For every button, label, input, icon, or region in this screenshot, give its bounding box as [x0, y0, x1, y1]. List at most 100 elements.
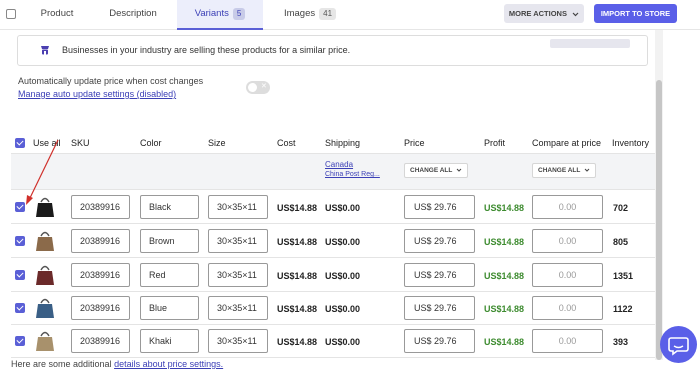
price-notice-banner: Businesses in your industry are selling … — [17, 35, 648, 66]
notice-action-button[interactable] — [550, 39, 630, 48]
color-input[interactable]: Brown — [140, 229, 199, 253]
sku-input[interactable]: 20389916 — [71, 229, 130, 253]
shipping-method: China Post Reg... — [325, 171, 380, 178]
bulk-edit-row: Canada China Post Reg... CHANGE ALL CHAN… — [11, 154, 655, 190]
tab-count-badge: 5 — [232, 8, 246, 20]
variant-row: 20389916 Black 30×35×11 US$14.88 US$0.00 US$ … — [11, 190, 655, 224]
tab-description[interactable]: Description — [97, 0, 169, 30]
profit-value: US$14.88 — [484, 337, 525, 347]
tab-label: Variants — [194, 8, 229, 19]
variant-thumbnail[interactable] — [34, 296, 56, 320]
compare-at-price-input[interactable]: 0.00 — [532, 263, 603, 287]
sku-input[interactable]: 20389916 — [71, 296, 130, 320]
variant-row: 20389916 Brown 30×35×11 US$14.88 US$0.00 US$ … — [11, 224, 655, 258]
inventory-value: 393 — [613, 337, 629, 347]
cost-value: US$14.88 — [277, 337, 318, 347]
price-settings-link[interactable]: details about price settings. — [114, 359, 223, 369]
header-price: Price — [404, 138, 425, 148]
sku-input[interactable]: 20389916 — [71, 329, 130, 353]
variant-checkbox[interactable] — [15, 303, 25, 313]
select-product-checkbox[interactable] — [6, 9, 16, 19]
shipping-value: US$0.00 — [325, 237, 361, 247]
auto-update-toggle[interactable]: ✕ — [246, 81, 270, 94]
shipping-value: US$0.00 — [325, 203, 361, 213]
variant-thumbnail[interactable] — [34, 263, 56, 287]
header-inventory: Inventory — [612, 138, 650, 148]
profit-value: US$14.88 — [484, 203, 525, 213]
tab-label: Description — [109, 8, 157, 19]
cost-value: US$14.88 — [277, 237, 318, 247]
variant-thumbnail[interactable] — [34, 229, 56, 253]
tab-images[interactable]: Images 41 — [272, 0, 348, 30]
compare-at-price-input[interactable]: 0.00 — [532, 296, 603, 320]
profit-value: US$14.88 — [484, 271, 525, 281]
size-input[interactable]: 30×35×11 — [208, 195, 268, 219]
more-actions-label: MORE ACTIONS — [508, 9, 567, 18]
header-size: Size — [208, 138, 226, 148]
header-shipping: Shipping — [325, 138, 361, 148]
footer-prefix: Here are some additional — [11, 359, 115, 369]
size-input[interactable]: 30×35×11 — [208, 263, 268, 287]
sku-input[interactable]: 20389916 — [71, 263, 130, 287]
price-change-all-button[interactable]: CHANGE ALL — [404, 163, 469, 178]
chevron-down-icon — [584, 168, 590, 172]
inventory-value: 1351 — [613, 271, 634, 281]
toggle-off-icon: ✕ — [261, 83, 267, 90]
price-input[interactable]: US$ 29.76 — [404, 263, 475, 287]
price-input[interactable]: US$ 29.76 — [404, 229, 475, 253]
toggle-knob — [248, 83, 257, 92]
shipping-value: US$0.00 — [325, 337, 361, 347]
shipping-value: US$0.00 — [325, 271, 361, 281]
profit-value: US$14.88 — [484, 304, 525, 314]
compare-at-price-input[interactable]: 0.00 — [532, 329, 603, 353]
variant-thumbnail[interactable] — [34, 329, 56, 353]
shipping-selector[interactable]: Canada China Post Reg... — [325, 160, 397, 178]
import-label: IMPORT TO STORE — [600, 9, 671, 18]
tab-product[interactable]: Product — [28, 0, 86, 30]
scrollbar-thumb[interactable] — [656, 80, 662, 360]
sku-input[interactable]: 20389916 — [71, 195, 130, 219]
variant-checkbox[interactable] — [15, 236, 25, 246]
size-input[interactable]: 30×35×11 — [208, 229, 268, 253]
compare-at-price-input[interactable]: 0.00 — [532, 195, 603, 219]
header-compare-at-price: Compare at price — [532, 138, 602, 148]
cost-value: US$14.88 — [277, 271, 318, 281]
price-input[interactable]: US$ 29.76 — [404, 195, 475, 219]
profit-value: US$14.88 — [484, 237, 525, 247]
tab-count-badge: 41 — [319, 8, 337, 20]
more-actions-button[interactable]: MORE ACTIONS — [504, 4, 584, 23]
inventory-value: 805 — [613, 237, 629, 247]
shipping-country: Canada — [325, 160, 354, 169]
color-input[interactable]: Khaki — [140, 329, 199, 353]
store-icon — [41, 46, 49, 55]
cost-value: US$14.88 — [277, 203, 318, 213]
color-input[interactable]: Red — [140, 263, 199, 287]
color-input[interactable]: Blue — [140, 296, 199, 320]
import-to-store-button[interactable]: IMPORT TO STORE — [594, 4, 677, 23]
header-cost: Cost — [277, 138, 296, 148]
compare-change-all-button[interactable]: CHANGE ALL — [532, 163, 597, 178]
inventory-value: 702 — [613, 203, 629, 213]
shipping-value: US$0.00 — [325, 304, 361, 314]
chat-button[interactable] — [660, 326, 697, 363]
auto-update-settings-link[interactable]: Manage auto update settings (disabled) — [18, 89, 176, 99]
size-input[interactable]: 30×35×11 — [208, 296, 268, 320]
chevron-down-icon — [456, 168, 462, 172]
variant-checkbox[interactable] — [15, 270, 25, 280]
tab-variants[interactable]: Variants 5 — [177, 0, 263, 30]
change-all-label: CHANGE ALL — [410, 167, 453, 174]
tab-label: Product — [40, 8, 74, 19]
annotation-arrow-icon — [26, 139, 59, 205]
cost-value: US$14.88 — [277, 304, 318, 314]
variant-row: 20389916 Khaki 30×35×11 US$14.88 US$0.00 US$ … — [11, 324, 655, 358]
price-input[interactable]: US$ 29.76 — [404, 329, 475, 353]
variant-row: 20389916 Red 30×35×11 US$14.88 US$0.00 US$ 29… — [11, 258, 655, 292]
variant-checkbox[interactable] — [15, 336, 25, 346]
compare-at-price-input[interactable]: 0.00 — [532, 229, 603, 253]
color-input[interactable]: Black — [140, 195, 199, 219]
change-all-label: CHANGE ALL — [538, 167, 581, 174]
header-color: Color — [140, 138, 162, 148]
price-input[interactable]: US$ 29.76 — [404, 296, 475, 320]
size-input[interactable]: 30×35×11 — [208, 329, 268, 353]
chat-icon — [668, 337, 689, 356]
